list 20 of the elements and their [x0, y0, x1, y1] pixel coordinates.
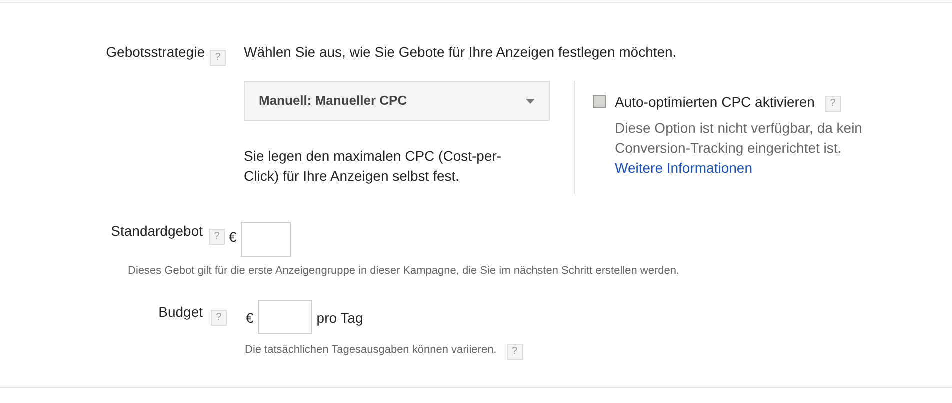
checkbox-label: Auto-optimierten CPC aktivieren: [615, 92, 815, 110]
strategy-description: Sie legen den maximalen CPC (Cost-per-Click) für Ihre Anzeigen selbst fest.: [244, 147, 503, 186]
unit-label: pro Tag: [316, 309, 364, 328]
unavailable-note: Diese Option ist nicht verfügbar, da kein Conversion-Tracking eingerichtet ist.: [615, 119, 864, 158]
field-label: Budget: [158, 303, 203, 322]
currency-symbol: €: [246, 309, 254, 328]
strategy-dropdown[interactable]: Manuell: Manueller CPC: [244, 81, 550, 121]
help-icon[interactable]: ?: [506, 344, 523, 360]
field-label: Standardgebot: [111, 222, 203, 241]
help-icon[interactable]: ?: [209, 229, 225, 245]
field-label: Gebotsstrategie: [106, 43, 205, 62]
bid-hint: Dieses Gebot gilt für die erste Anzeigengruppe in dieser Kampagne, die Sie im nächsten Schritt erstellen werden.: [128, 264, 680, 278]
budget-hint: Die tatsächlichen Tagesausgaben können variieren.: [245, 342, 497, 356]
help-icon[interactable]: ?: [210, 50, 226, 66]
bid-input[interactable]: [240, 222, 291, 257]
intro-text: Wählen Sie aus, wie Sie Gebote für Ihre Anzeigen festlegen möchten.: [244, 43, 678, 61]
caret-icon: [526, 98, 535, 104]
help-icon[interactable]: ?: [211, 310, 227, 326]
currency-symbol: €: [229, 228, 237, 247]
budget-input[interactable]: [258, 300, 312, 334]
